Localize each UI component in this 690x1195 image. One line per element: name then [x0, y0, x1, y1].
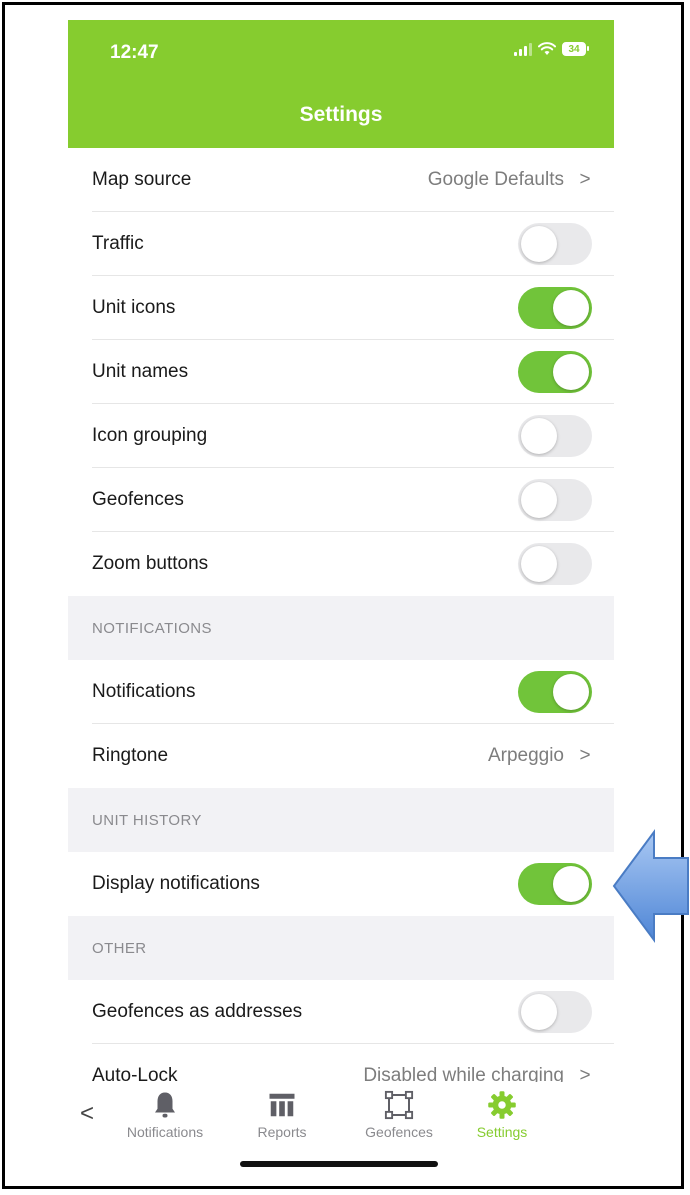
- geofences-row: Geofences: [68, 468, 614, 532]
- map-source-row[interactable]: Map source Google Defaults >: [68, 148, 614, 212]
- display-notifications-row: Display notifications: [68, 852, 614, 916]
- chevron-right-icon: >: [579, 169, 591, 190]
- row-label: Ringtone: [92, 745, 169, 766]
- row-label: Unit icons: [92, 297, 176, 318]
- signal-icon: [514, 42, 532, 56]
- row-label: Map source: [92, 169, 192, 190]
- geofences-as-addresses-toggle[interactable]: [518, 991, 592, 1033]
- battery-icon: 34: [562, 42, 589, 56]
- row-label: Notifications: [92, 681, 196, 702]
- tab-reports[interactable]: Reports: [227, 1090, 337, 1140]
- tab-label: Settings: [476, 1124, 528, 1140]
- row-label: Display notifications: [92, 873, 260, 894]
- tab-notifications[interactable]: Notifications: [110, 1090, 220, 1140]
- row-label: Icon grouping: [92, 425, 208, 446]
- home-indicator: [240, 1161, 438, 1167]
- table-icon: [269, 1093, 295, 1117]
- unit-icons-row: Unit icons: [68, 276, 614, 340]
- gear-icon: [488, 1091, 516, 1119]
- tab-settings[interactable]: Settings: [447, 1090, 557, 1140]
- row-label: Zoom buttons: [92, 553, 209, 574]
- tab-label: Notifications: [126, 1124, 204, 1140]
- geofences-as-addresses-row: Geofences as addresses: [68, 980, 614, 1044]
- tab-label: Reports: [257, 1124, 307, 1140]
- chevron-right-icon: >: [579, 745, 591, 766]
- section-header-other: OTHER: [68, 916, 614, 980]
- tab-label: Geofences: [365, 1124, 433, 1140]
- icon-grouping-toggle[interactable]: [518, 415, 592, 457]
- tab-geofences[interactable]: Geofences: [344, 1090, 454, 1140]
- traffic-row: Traffic: [68, 212, 614, 276]
- unit-names-row: Unit names: [68, 340, 614, 404]
- page-title: Settings: [299, 103, 383, 126]
- geofence-icon: [384, 1090, 414, 1120]
- display-notifications-toggle[interactable]: [518, 863, 592, 905]
- notifications-row: Notifications: [68, 660, 614, 724]
- ringtone-row[interactable]: Ringtone Arpeggio >: [68, 724, 614, 788]
- row-label: Unit names: [92, 361, 189, 382]
- traffic-toggle[interactable]: [518, 223, 592, 265]
- geofences-toggle[interactable]: [518, 479, 592, 521]
- back-arrow-icon[interactable]: <: [80, 1100, 94, 1128]
- left-arrow-annotation-icon: [612, 828, 689, 944]
- icon-grouping-row: Icon grouping: [68, 404, 614, 468]
- notifications-toggle[interactable]: [518, 671, 592, 713]
- row-value: Arpeggio: [487, 745, 564, 766]
- bell-icon: [155, 1092, 175, 1118]
- section-header-notifications: NOTIFICATIONS: [68, 596, 614, 660]
- status-time: 12:47: [110, 42, 159, 63]
- zoom-buttons-row: Zoom buttons: [68, 532, 614, 596]
- header-bar: 12:47 34 Settings: [68, 20, 614, 148]
- settings-list: Map source Google Defaults > Traffic Uni…: [68, 148, 614, 1108]
- section-header-unit-history: UNIT HISTORY: [68, 788, 614, 852]
- phone-screen: 12:47 34 Settings Map source Google Defa…: [68, 20, 614, 1177]
- row-label: Geofences: [92, 489, 184, 510]
- zoom-buttons-toggle[interactable]: [518, 543, 592, 585]
- status-icons: 34: [514, 42, 589, 56]
- row-label: Traffic: [92, 233, 144, 254]
- wifi-icon: [538, 42, 556, 55]
- row-value: Google Defaults: [427, 169, 564, 190]
- unit-names-toggle[interactable]: [518, 351, 592, 393]
- unit-icons-toggle[interactable]: [518, 287, 592, 329]
- row-label: Geofences as addresses: [92, 1001, 303, 1022]
